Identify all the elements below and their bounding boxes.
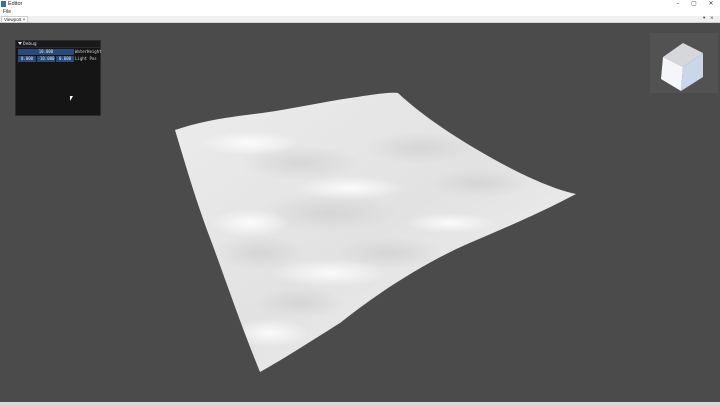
terrain-render [175, 92, 576, 373]
mouse-cursor-icon [70, 96, 73, 101]
light-pos-x-field[interactable]: 0.000 [18, 56, 36, 62]
window-title: Editor [8, 1, 23, 7]
tab-viewport-label: Viewport [4, 17, 22, 22]
menu-bar: File [0, 9, 720, 16]
menu-file[interactable]: File [3, 9, 11, 16]
debug-panel-titlebar[interactable]: Debug [16, 41, 100, 48]
window-titlebar[interactable]: Editor – ▢ ✕ [0, 0, 720, 9]
debug-panel-title: Debug [23, 42, 37, 47]
view-cube-gizmo[interactable] [650, 33, 718, 93]
tab-bar: Viewport × ▾ × [0, 16, 720, 23]
cube-icon [661, 43, 703, 91]
app-icon [1, 1, 6, 7]
light-pos-label: Light Pos [75, 56, 97, 61]
debug-panel[interactable]: Debug 10.000 WaterHeight 0.000 -10.000 0… [15, 40, 102, 116]
tab-viewport[interactable]: Viewport × [1, 16, 29, 22]
tab-bar-close-icon[interactable]: × [710, 16, 714, 22]
minimize-button[interactable]: – [670, 0, 686, 9]
scene-viewport[interactable]: Debug 10.000 WaterHeight 0.000 -10.000 0… [0, 23, 720, 402]
tab-close-icon[interactable]: × [23, 17, 26, 22]
close-button[interactable]: ✕ [703, 0, 719, 9]
collapse-arrow-icon[interactable] [18, 42, 22, 45]
maximize-button[interactable]: ▢ [686, 0, 702, 9]
water-height-label: WaterHeight [75, 49, 102, 54]
light-pos-y-field[interactable]: -10.000 [37, 56, 55, 62]
light-pos-z-field[interactable]: 0.000 [56, 56, 74, 62]
water-height-field[interactable]: 10.000 [18, 49, 74, 55]
tab-menu-icon[interactable]: ▾ [703, 16, 705, 22]
